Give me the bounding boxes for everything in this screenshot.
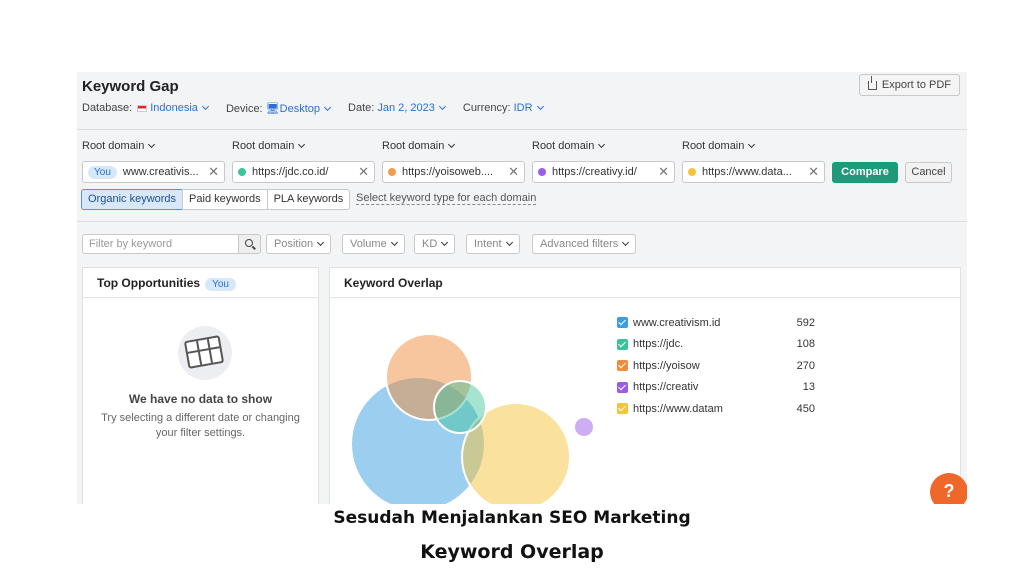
indonesia-flag-icon: [137, 104, 148, 112]
checkbox-icon[interactable]: [617, 403, 628, 415]
chevron-down-icon: [622, 238, 630, 247]
desktop-icon: 🖥: [265, 103, 280, 115]
compare-button[interactable]: Compare: [832, 162, 898, 183]
panel-header: Top Opportunities You: [83, 268, 318, 298]
root-domain-selector-5[interactable]: Root domain: [682, 140, 756, 152]
root-domain-selector-1[interactable]: Root domain: [82, 140, 156, 152]
select-keyword-type-link[interactable]: Select keyword type for each domain: [356, 192, 537, 205]
clear-icon[interactable]: ✕: [358, 164, 369, 180]
chevron-down-icon: [598, 140, 606, 149]
root-domain-selector-4[interactable]: Root domain: [532, 140, 606, 152]
export-icon: [867, 75, 877, 90]
legend-row[interactable]: https://yoisow 270: [617, 355, 817, 377]
legend-row[interactable]: https://jdc. 108: [617, 334, 817, 356]
top-opportunities-panel: Top Opportunities You We have no data to …: [82, 267, 319, 504]
legend-row[interactable]: https://www.datam 450: [617, 398, 817, 420]
you-badge: You: [88, 165, 117, 179]
venn-circle-jdc: [433, 380, 487, 434]
search-button[interactable]: [238, 234, 261, 254]
caption-line-1: Sesudah Menjalankan SEO Marketing: [333, 508, 691, 528]
legend-row[interactable]: www.creativism.id 592: [617, 312, 817, 334]
checkbox-icon[interactable]: [617, 317, 628, 329]
page-title: Keyword Gap: [82, 78, 179, 95]
empty-state-title: We have no data to show: [128, 392, 273, 406]
chevron-down-icon: [505, 238, 513, 247]
advanced-filters[interactable]: Advanced filters: [532, 234, 637, 254]
export-pdf-button[interactable]: Export to PDF: [858, 74, 960, 96]
legend-row[interactable]: https://creativ 13: [617, 377, 817, 399]
clear-icon[interactable]: ✕: [658, 164, 669, 180]
cancel-button[interactable]: Cancel: [905, 162, 952, 183]
report-settings: Database: Indonesia Device: 🖥Desktop Dat…: [82, 102, 544, 115]
clear-icon[interactable]: ✕: [808, 164, 819, 180]
checkbox-icon[interactable]: [617, 381, 628, 393]
keyword-overlap-panel: Keyword Overlap www.creativism.id 592 ht…: [329, 267, 961, 504]
help-button[interactable]: ?: [930, 473, 967, 504]
domain-input-3[interactable]: https://yoisoweb.... ✕: [382, 161, 525, 183]
caption-line-2: Keyword Overlap: [420, 541, 604, 563]
chevron-down-icon: [323, 103, 332, 112]
divider: [77, 129, 967, 130]
clear-icon[interactable]: ✕: [508, 164, 519, 180]
root-domain-selector-3[interactable]: Root domain: [382, 140, 456, 152]
date-selector[interactable]: Date: Jan 2, 2023: [348, 102, 446, 115]
kd-filter[interactable]: KD: [414, 234, 456, 254]
tab-pla-keywords[interactable]: PLA keywords: [266, 189, 351, 210]
you-badge: You: [205, 278, 236, 291]
chevron-down-icon: [536, 102, 544, 111]
clear-icon[interactable]: ✕: [208, 164, 219, 180]
domain-color-dot: [688, 168, 696, 176]
domain-input-1[interactable]: You www.creativis... ✕: [82, 161, 225, 183]
domain-color-dot: [538, 168, 546, 176]
chevron-down-icon: [148, 140, 156, 149]
app-window: Keyword Gap Export to PDF Database: Indo…: [77, 72, 967, 504]
chevron-down-icon: [201, 102, 209, 111]
filter-keyword-input[interactable]: Filter by keyword: [82, 234, 239, 254]
domain-input-2[interactable]: https://jdc.co.id/ ✕: [232, 161, 375, 183]
chevron-down-icon: [317, 238, 325, 247]
volume-filter[interactable]: Volume: [342, 234, 405, 254]
intent-filter[interactable]: Intent: [466, 234, 520, 254]
checkbox-icon[interactable]: [617, 338, 628, 350]
root-domain-selector-2[interactable]: Root domain: [232, 140, 306, 152]
divider: [77, 221, 967, 222]
venn-circle-creativ: [575, 418, 593, 436]
chevron-down-icon: [438, 102, 446, 111]
tab-organic-keywords[interactable]: Organic keywords: [81, 189, 184, 210]
domain-color-dot: [388, 168, 396, 176]
checkbox-icon[interactable]: [617, 360, 628, 372]
empty-state-subtitle: Try selecting a different date or changi…: [101, 412, 300, 439]
domain-input-4[interactable]: https://creativy.id/ ✕: [532, 161, 675, 183]
keyword-type-tabs: Organic keywords Paid keywords PLA keywo…: [81, 189, 351, 210]
tab-paid-keywords[interactable]: Paid keywords: [182, 189, 268, 210]
domain-color-dot: [238, 168, 246, 176]
chevron-down-icon: [298, 140, 306, 149]
chevron-down-icon: [390, 238, 398, 247]
export-label: Export to PDF: [881, 79, 951, 91]
position-filter[interactable]: Position: [266, 234, 332, 254]
overlap-legend: www.creativism.id 592 https://jdc. 108 h…: [617, 312, 817, 420]
database-selector[interactable]: Database: Indonesia: [82, 102, 209, 115]
domain-input-5[interactable]: https://www.data... ✕: [682, 161, 825, 183]
chevron-down-icon: [448, 140, 456, 149]
currency-selector[interactable]: Currency: IDR: [463, 102, 544, 115]
empty-table-icon: [178, 326, 232, 380]
device-selector[interactable]: Device: 🖥Desktop: [226, 102, 332, 115]
chevron-down-icon: [748, 140, 756, 149]
chevron-down-icon: [441, 238, 449, 247]
